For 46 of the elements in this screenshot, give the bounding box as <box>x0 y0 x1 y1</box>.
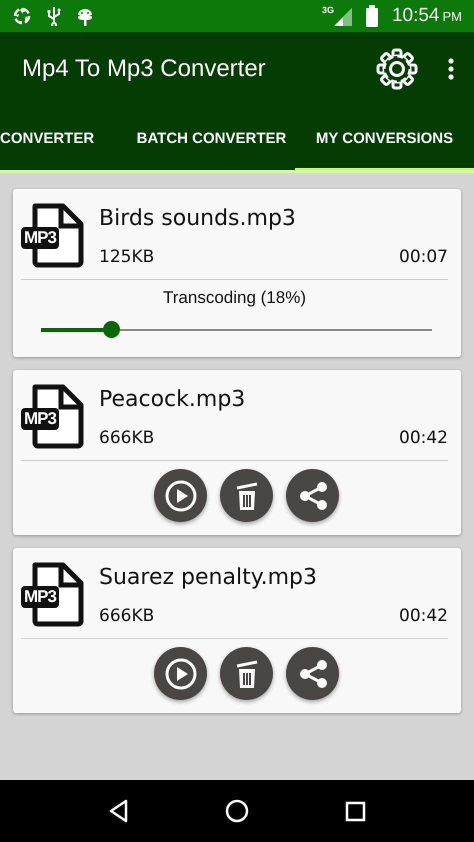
more-button[interactable] <box>448 58 454 80</box>
battery-icon <box>366 5 378 27</box>
file-duration: 00:42 <box>399 606 448 626</box>
share-icon <box>298 480 328 510</box>
usb-icon <box>46 6 62 26</box>
back-icon <box>108 799 129 823</box>
trash-icon <box>234 658 260 688</box>
app-title: Mp4 To Mp3 Converter <box>22 54 267 82</box>
tab[interactable]: BATCH CONVERTER <box>128 105 295 170</box>
settings-button[interactable] <box>376 48 418 90</box>
file-type-label: MP3 <box>21 227 59 249</box>
tab[interactable]: CONVERTER <box>0 105 128 170</box>
share-icon <box>298 658 328 688</box>
settings-icon <box>376 48 418 90</box>
share-button[interactable] <box>286 469 339 522</box>
delete-button[interactable] <box>220 469 273 522</box>
file-size: 666KB <box>99 428 154 448</box>
file-name: Birds sounds.mp3 <box>99 206 297 230</box>
file-size: 125KB <box>99 246 154 266</box>
recycle-icon <box>12 6 32 26</box>
file-duration: 00:42 <box>399 428 448 448</box>
trash-icon <box>234 480 260 510</box>
more-icon <box>448 58 454 80</box>
play-icon <box>164 658 196 690</box>
clock-period: PM <box>442 9 462 24</box>
signal-icon <box>334 6 352 26</box>
play-button[interactable] <box>154 469 207 522</box>
home-icon <box>225 799 249 823</box>
tab[interactable]: MY CONVERSIONS <box>295 105 474 170</box>
play-button[interactable] <box>154 647 207 700</box>
recents-icon <box>345 800 366 822</box>
file-name: Peacock.mp3 <box>99 386 246 412</box>
home-button[interactable] <box>225 799 249 823</box>
file-type-label: MP3 <box>21 586 59 608</box>
play-icon <box>164 480 196 512</box>
file-type-label: MP3 <box>21 408 59 430</box>
recents-button[interactable] <box>345 800 366 822</box>
network-label: 3G <box>322 5 334 15</box>
file-size: 666KB <box>99 606 154 626</box>
clock-time: 10:54 <box>392 5 440 27</box>
back-button[interactable] <box>108 799 129 823</box>
status-label: Transcoding (18%) <box>162 288 307 308</box>
delete-button[interactable] <box>220 647 273 700</box>
share-button[interactable] <box>286 647 339 700</box>
file-name: Suarez penalty.mp3 <box>99 564 318 590</box>
file-duration: 00:07 <box>399 246 448 266</box>
